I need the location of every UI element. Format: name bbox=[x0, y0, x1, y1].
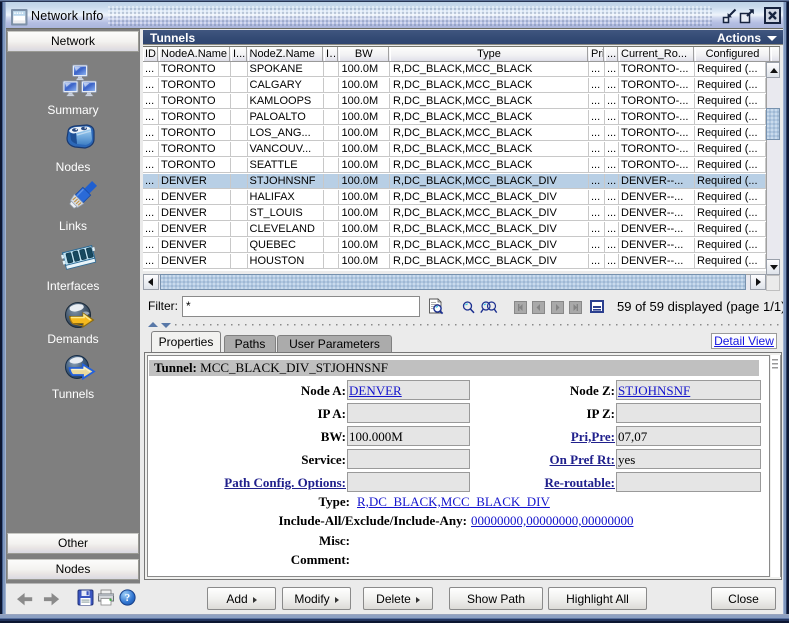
svg-text:?: ? bbox=[125, 592, 131, 604]
